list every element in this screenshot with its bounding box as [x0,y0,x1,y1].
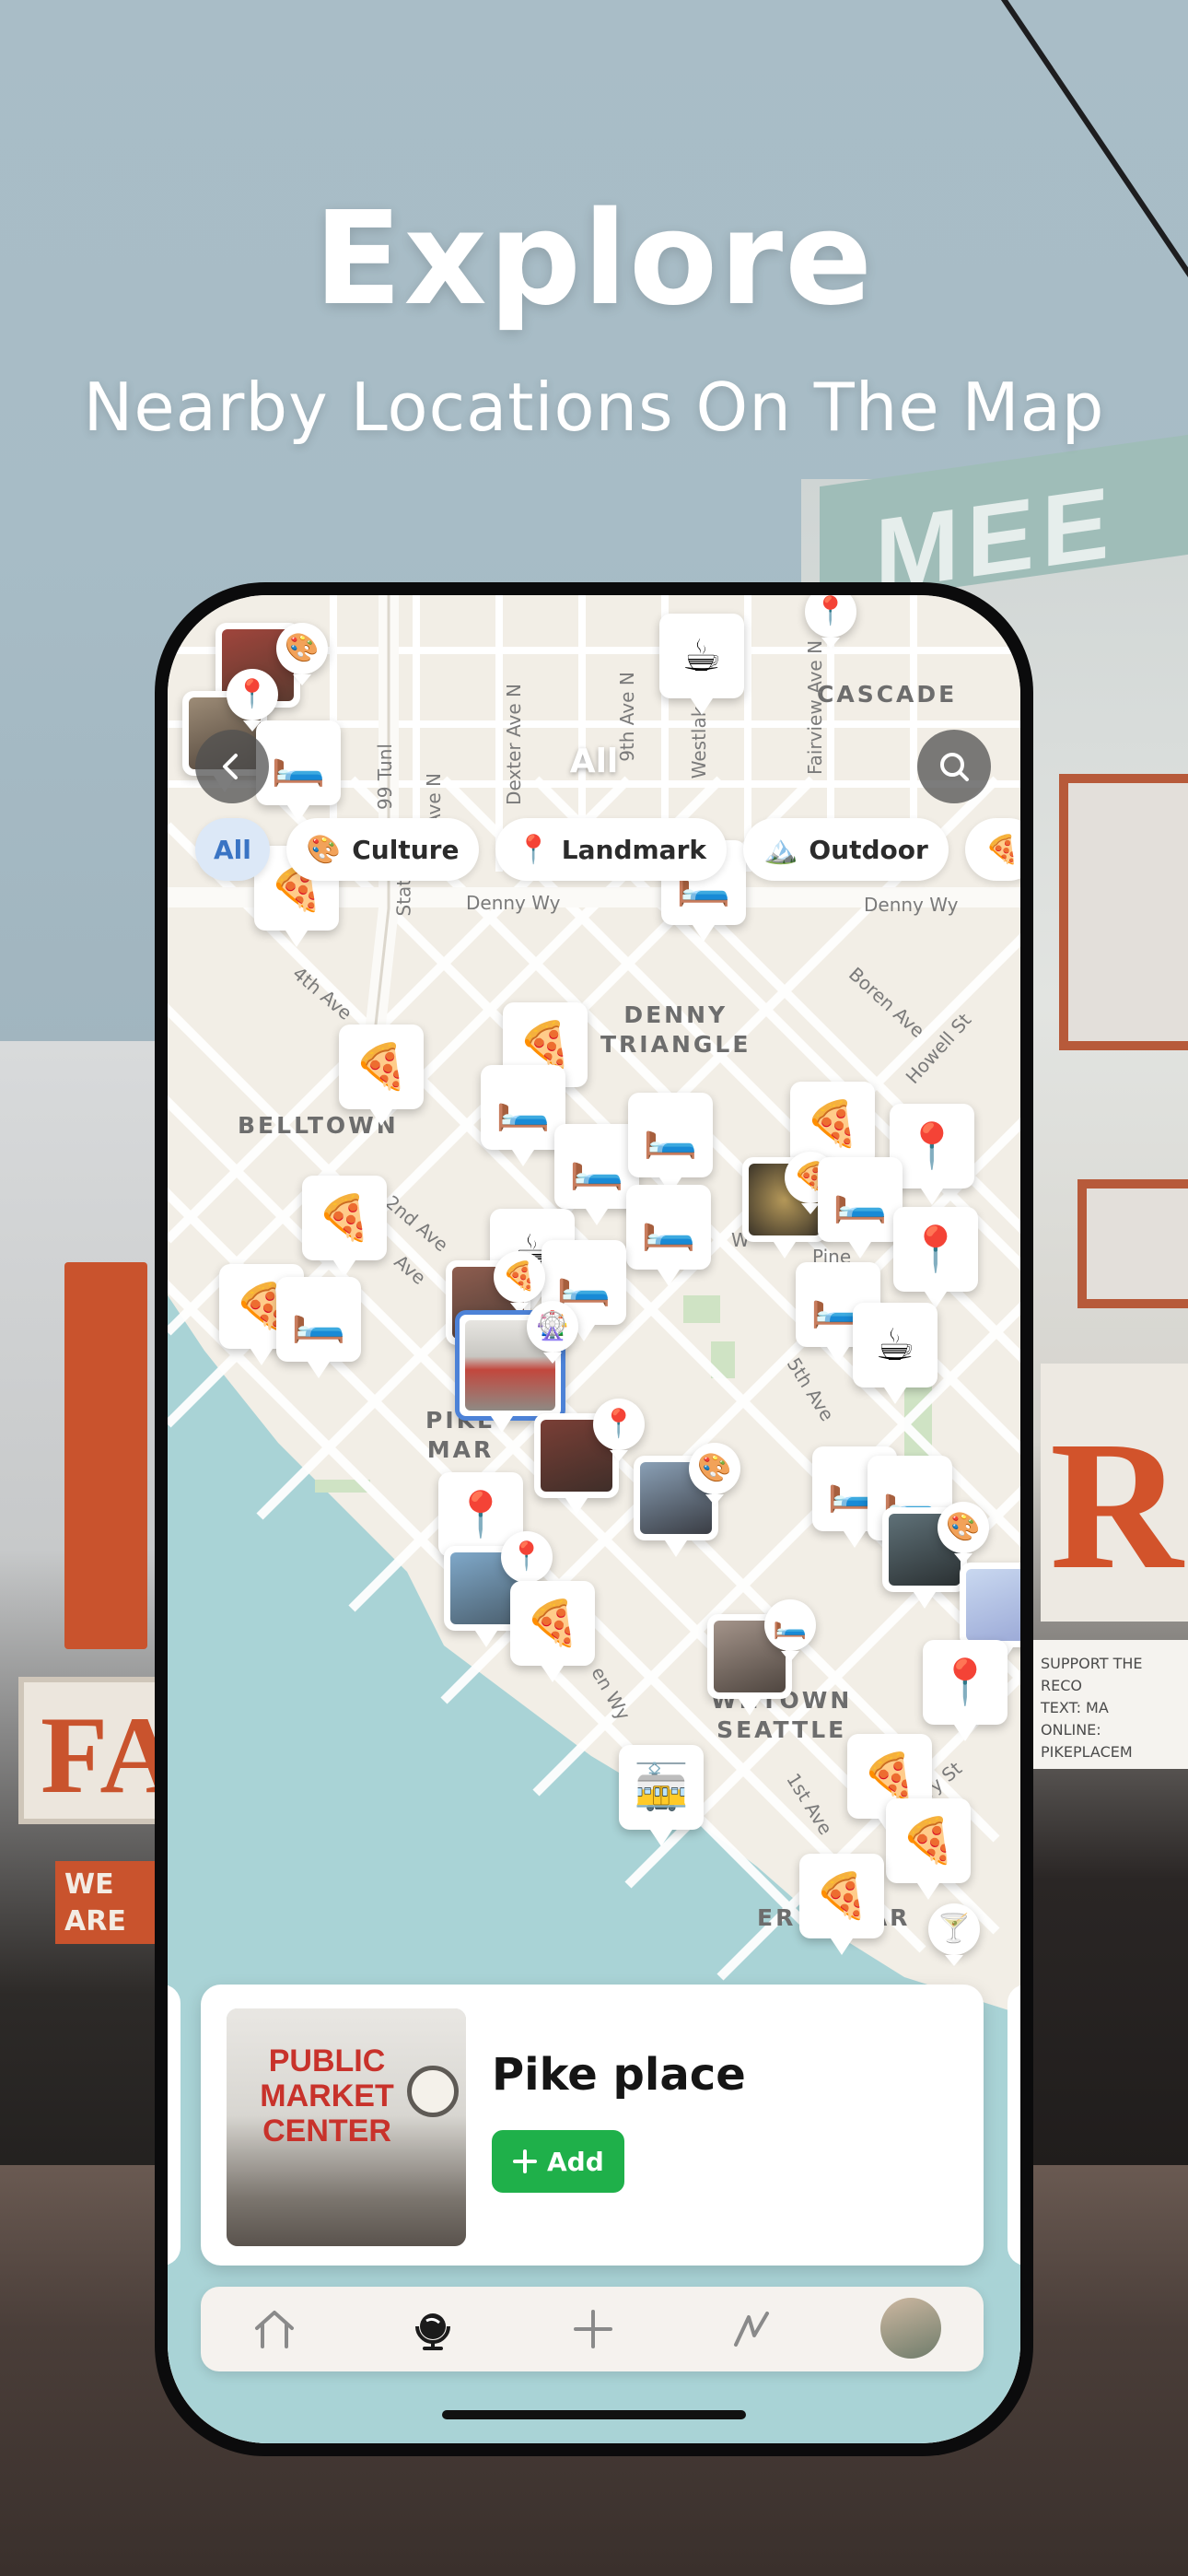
map-pin-pin[interactable]: 📍 [593,1399,645,1461]
map-pin-cocktail[interactable]: 🍸 [928,1903,980,1966]
category-filter-bar: All 🎨 Culture 📍 Landmark 🏔️ Outdoor 🍕 [195,818,1020,881]
area-label-cascade: CASCADE [817,681,958,708]
filter-chip-food[interactable]: 🍕 [964,818,1020,881]
map-pin-coffee[interactable]: ☕ [659,614,744,715]
street-label: Denny Wy [466,892,561,914]
tab-bar [201,2287,984,2371]
filter-chip-all[interactable]: All [195,818,270,881]
filter-chip-label: Culture [352,834,460,865]
phone-frame: CASCADE DENNY TRIANGLE BELLTOWN PIKE MAR… [155,582,1033,2456]
map-pin-pin[interactable]: 📍 [501,1531,553,1594]
map-filter-title: All [569,743,619,780]
public-market-sign: PUBLIC MARKET CENTER [260,2043,394,2149]
mountain-icon: 🏔️ [763,833,798,866]
window [1077,1179,1188,1308]
map-pin-pizza[interactable]: 🍕 [799,1854,884,1955]
map-pin-pin[interactable]: 📍 [227,669,278,732]
map-pin-pizza[interactable]: 🍕 [886,1798,971,1900]
filter-chip-label: Outdoor [809,834,928,865]
place-card[interactable]: PUBLIC MARKET CENTER Pike place Add [201,1985,984,2266]
map-pin-pizza[interactable]: 🍕 [494,1251,545,1314]
map-pin-bed[interactable]: 🛏️ [628,1093,713,1194]
map-pin-coffee[interactable]: ☕ [853,1303,938,1404]
map-pin-photo[interactable] [960,1563,1020,1664]
place-thumbnail: PUBLIC MARKET CENTER [227,2008,466,2246]
map-pin-bed[interactable]: 🛏️ [626,1185,711,1286]
map-pin-bed[interactable]: 🛏️ [276,1277,361,1378]
pin-icon: 📍 [516,833,551,866]
map-pin-pizza[interactable]: 🍕 [302,1176,387,1277]
we-are-sign: WE ARE [55,1861,157,1944]
map-pin-tram[interactable]: 🚋 [619,1745,704,1846]
neon-sign-left [64,1262,147,1649]
map-pin-bed[interactable]: 🛏️ [818,1157,903,1259]
place-name: Pike place [492,2049,746,2101]
tab-add[interactable] [565,2301,621,2357]
place-card-next[interactable] [1007,1985,1020,2266]
filter-chip-label: All [214,834,251,865]
add-button[interactable]: Add [492,2130,624,2193]
map-pin-palette[interactable]: 🎨 [938,1502,989,1564]
window [1059,774,1188,1050]
filter-chip-culture[interactable]: 🎨 Culture [285,818,480,881]
map-pin-pin[interactable]: 📍 [893,1207,978,1308]
tab-explore[interactable] [405,2301,460,2357]
tab-profile-avatar[interactable] [880,2298,941,2359]
search-icon [940,753,969,781]
home-icon [255,2311,294,2348]
filter-chip-outdoor[interactable]: 🏔️ Outdoor [743,818,949,881]
activity-icon [734,2312,769,2347]
map-pin-wheel[interactable]: 🎡 [527,1301,578,1364]
search-button[interactable] [917,730,991,803]
street-label: Denny Wy [864,894,959,916]
headline: Explore [313,184,875,334]
map-pin-palette[interactable]: 🎨 [689,1443,740,1505]
subheadline: Nearby Locations On The Map [83,369,1105,446]
home-indicator [442,2410,746,2419]
plus-icon [574,2310,612,2348]
tab-home[interactable] [247,2301,302,2357]
map-pin-pin[interactable]: 📍 [923,1640,1007,1741]
map-pin-bed[interactable]: 🛏️ [764,1599,816,1662]
filter-chip-landmark[interactable]: 📍 Landmark [495,818,728,881]
clock-icon [407,2066,459,2117]
filter-chip-label: Landmark [561,834,707,865]
pizza-icon: 🍕 [984,833,1020,866]
market-sign-right: R [1041,1364,1188,1622]
map-pin-palette[interactable]: 🎨 [276,623,328,685]
support-sign: SUPPORT THE RECO TEXT: MA ONLINE: PIKEPL… [1031,1640,1188,1769]
map-pin-bed[interactable]: 🛏️ [481,1065,565,1166]
add-button-label: Add [547,2146,604,2177]
palette-icon: 🎨 [306,833,342,866]
phone-screen: CASCADE DENNY TRIANGLE BELLTOWN PIKE MAR… [168,595,1020,2443]
tab-activity[interactable] [724,2301,779,2357]
globe-icon [415,2313,450,2350]
area-label-denny-triangle: DENNY TRIANGLE [600,1001,751,1058]
map-pin-pizza[interactable]: 🍕 [339,1025,424,1126]
map-pin-pizza[interactable]: 🍕 [510,1581,595,1682]
plus-icon [513,2149,537,2173]
farmers-sign: FA [18,1677,180,1824]
place-card-previous[interactable] [168,1985,181,2266]
